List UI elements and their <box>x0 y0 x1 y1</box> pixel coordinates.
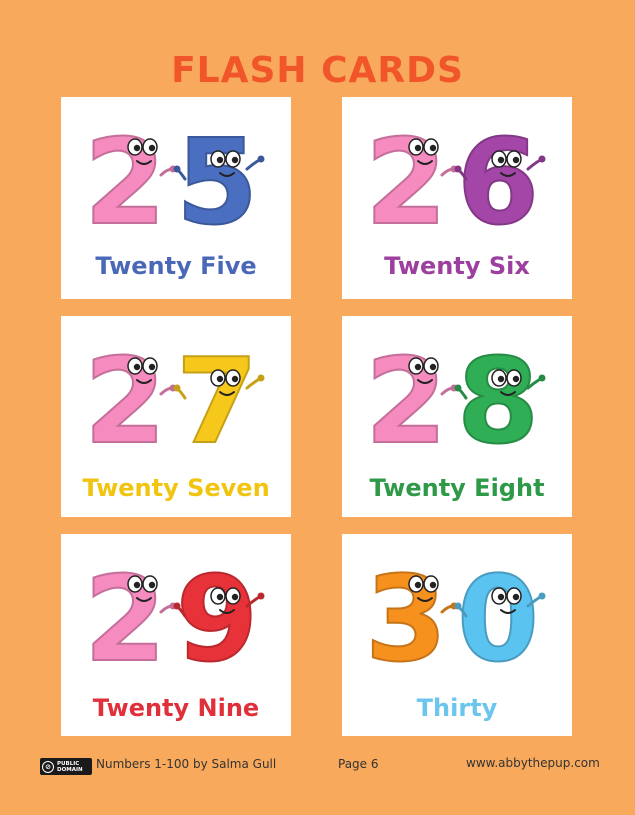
number-characters-illustration: 2 6 <box>364 112 546 237</box>
public-domain-label-line-1: PUBLIC <box>57 760 80 767</box>
svg-text:0: 0 <box>457 550 539 674</box>
svg-text:6: 6 <box>457 113 539 237</box>
svg-text:2: 2 <box>365 113 447 237</box>
flash-card: 2 6 Twenty Six <box>342 97 572 299</box>
flash-card: 3 0 Thirty <box>342 534 572 736</box>
left-number-character: 3 <box>364 549 458 674</box>
flash-card: 2 8 Twenty Eight <box>342 316 572 517</box>
svg-text:2: 2 <box>84 332 166 456</box>
svg-text:5: 5 <box>176 113 258 237</box>
svg-text:2: 2 <box>84 550 166 674</box>
card-number-word: Thirty <box>416 694 498 722</box>
card-number-word: Twenty Eight <box>369 474 545 502</box>
number-characters-illustration: 2 7 <box>83 331 265 456</box>
svg-text:8: 8 <box>457 332 539 456</box>
svg-text:2: 2 <box>365 332 447 456</box>
left-number-character: 2 <box>83 549 177 674</box>
credit-text: Numbers 1-100 by Salma Gull <box>96 757 277 771</box>
svg-text:7: 7 <box>176 332 258 456</box>
page-number: Page 6 <box>338 757 379 771</box>
right-number-character: 8 <box>454 331 546 456</box>
left-number-character: 2 <box>364 112 458 237</box>
card-number-word: Twenty Nine <box>92 694 260 722</box>
number-characters-illustration: 2 5 <box>83 112 265 237</box>
svg-text:9: 9 <box>176 550 258 674</box>
number-characters-illustration: 3 0 <box>364 549 546 674</box>
page-title: FLASH CARDS <box>171 50 464 91</box>
public-domain-label-line-2: DOMAIN <box>57 766 83 773</box>
left-number-character: 2 <box>83 112 177 237</box>
right-number-character: 6 <box>454 112 546 237</box>
card-number-word: Twenty Five <box>95 252 257 280</box>
flash-card: 2 5 Twenty Five <box>61 97 291 299</box>
number-characters-illustration: 2 9 <box>83 549 265 674</box>
right-number-character: 5 <box>173 112 265 237</box>
public-domain-icon: ⊘ <box>42 760 54 773</box>
flash-card: 2 9 Twenty Nine <box>61 534 291 736</box>
right-number-character: 9 <box>173 549 265 674</box>
website-link[interactable]: www.abbythepup.com <box>466 756 600 770</box>
svg-text:3: 3 <box>365 550 447 674</box>
flash-card: 2 7 Twenty Seven <box>61 316 291 517</box>
svg-text:2: 2 <box>84 113 166 237</box>
left-number-character: 2 <box>364 331 458 456</box>
card-number-word: Twenty Seven <box>82 474 270 502</box>
card-number-word: Twenty Six <box>384 252 530 280</box>
public-domain-badge: ⊘ PUBLIC DOMAIN <box>40 758 92 775</box>
left-number-character: 2 <box>83 331 177 456</box>
right-number-character: 0 <box>454 549 546 674</box>
number-characters-illustration: 2 8 <box>364 331 546 456</box>
right-number-character: 7 <box>173 331 265 456</box>
